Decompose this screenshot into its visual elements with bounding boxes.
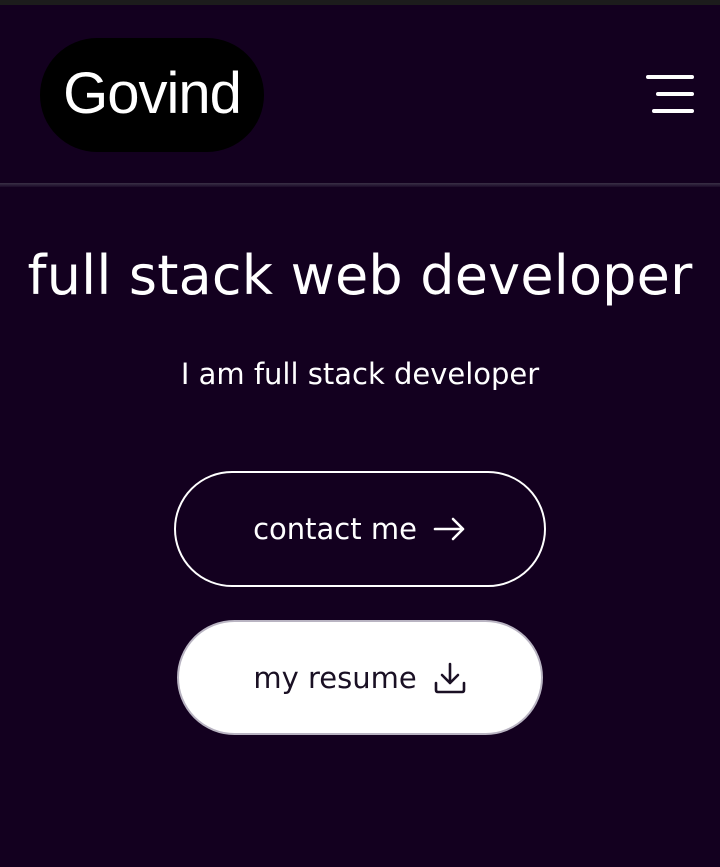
hamburger-menu-icon[interactable]	[644, 75, 696, 119]
contact-me-button[interactable]: contact me	[174, 471, 546, 587]
header-divider	[0, 183, 720, 187]
my-resume-label: my resume	[253, 660, 417, 695]
logo[interactable]: Govind	[40, 38, 264, 152]
contact-me-label: contact me	[253, 512, 417, 546]
hero-title: full stack web developer	[27, 244, 693, 307]
my-resume-button[interactable]: my resume	[177, 620, 543, 735]
arrow-right-icon	[433, 517, 467, 541]
logo-text: Govind	[63, 61, 242, 126]
site-header: Govind	[0, 5, 720, 185]
menu-bar	[656, 92, 694, 96]
menu-bar	[646, 75, 694, 79]
hero-subtitle: I am full stack developer	[180, 357, 540, 391]
menu-bar	[652, 109, 694, 113]
download-icon	[433, 662, 467, 694]
